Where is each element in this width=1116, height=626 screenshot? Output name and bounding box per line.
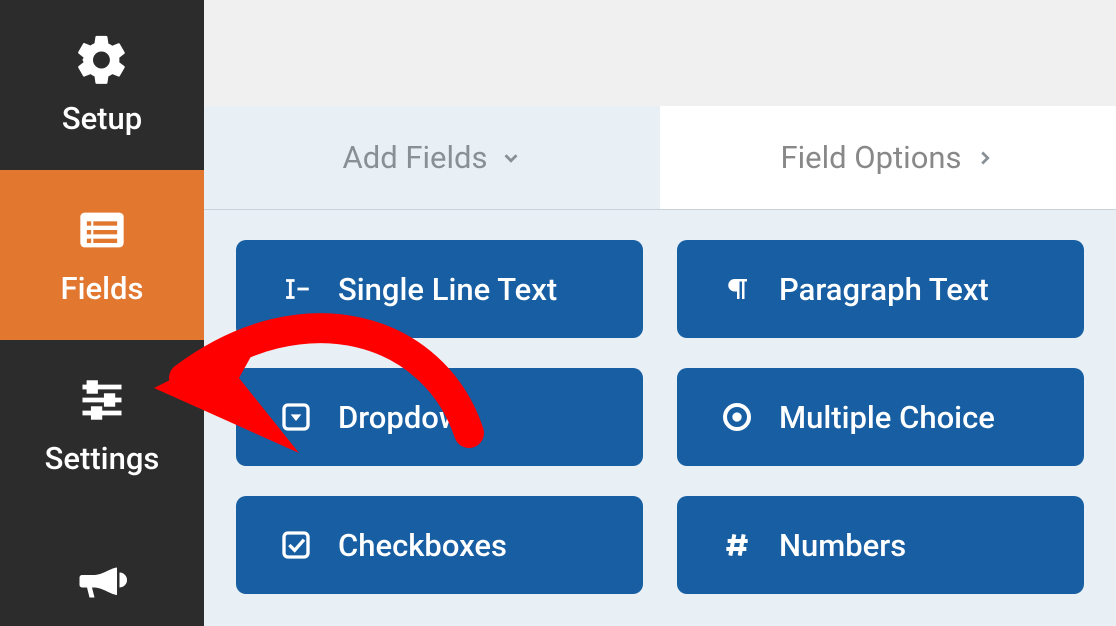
tab-label: Field Options: [780, 139, 961, 176]
paragraph-icon: [719, 271, 755, 307]
sidebar-item-label: Settings: [45, 440, 160, 477]
field-single-line-text[interactable]: Single Line Text: [236, 240, 643, 338]
gear-icon: [67, 34, 137, 86]
top-bar: [204, 0, 1116, 106]
sidebar: Setup Fields Settings: [0, 0, 204, 626]
chevron-down-icon: [500, 147, 522, 169]
field-paragraph-text[interactable]: Paragraph Text: [677, 240, 1084, 338]
field-dropdown[interactable]: Dropdown: [236, 368, 643, 466]
sidebar-item-label: Fields: [61, 270, 144, 307]
checkbox-icon: [278, 527, 314, 563]
sidebar-item-marketing[interactable]: [0, 510, 204, 626]
field-label: Multiple Choice: [779, 399, 995, 436]
tab-field-options[interactable]: Field Options: [660, 106, 1116, 209]
sidebar-item-setup[interactable]: Setup: [0, 0, 204, 170]
main-panel: Add Fields Field Options Single Line Tex…: [204, 0, 1116, 626]
sliders-icon: [67, 374, 137, 426]
field-grid: Single Line Text Paragraph Text Dropdown…: [204, 210, 1116, 626]
field-label: Checkboxes: [338, 527, 507, 564]
text-cursor-icon: [278, 271, 314, 307]
list-icon: [67, 204, 137, 256]
dropdown-icon: [278, 399, 314, 435]
field-label: Numbers: [779, 527, 906, 564]
field-label: Dropdown: [338, 399, 479, 436]
sidebar-item-fields[interactable]: Fields: [0, 170, 204, 340]
sidebar-item-label: Setup: [62, 100, 142, 137]
field-checkboxes[interactable]: Checkboxes: [236, 496, 643, 594]
panel-tabs: Add Fields Field Options: [204, 106, 1116, 210]
field-numbers[interactable]: Numbers: [677, 496, 1084, 594]
field-label: Paragraph Text: [779, 271, 989, 308]
field-multiple-choice[interactable]: Multiple Choice: [677, 368, 1084, 466]
megaphone-icon: [67, 554, 137, 606]
hash-icon: [719, 527, 755, 563]
tab-label: Add Fields: [342, 139, 487, 176]
sidebar-item-settings[interactable]: Settings: [0, 340, 204, 510]
radio-icon: [719, 399, 755, 435]
tab-add-fields[interactable]: Add Fields: [204, 106, 660, 209]
chevron-right-icon: [974, 147, 996, 169]
field-label: Single Line Text: [338, 271, 557, 308]
